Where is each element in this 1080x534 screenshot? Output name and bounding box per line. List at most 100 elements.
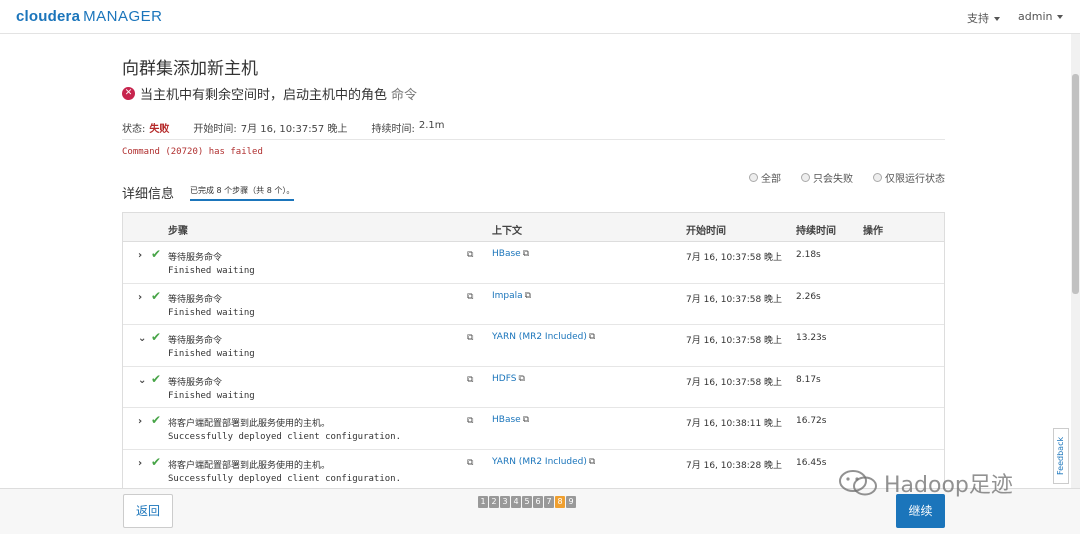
page-step[interactable]: 3 xyxy=(500,496,510,508)
scrollbar-thumb[interactable] xyxy=(1072,74,1079,294)
check-icon: ✔ xyxy=(151,413,162,427)
check-icon: ✔ xyxy=(151,454,162,469)
filter-running-only[interactable]: 仅限运行状态 xyxy=(873,170,945,185)
context-label: HDFS xyxy=(492,373,517,384)
external-link-icon[interactable]: ⧉ xyxy=(467,416,473,426)
step-name: 等待服务命令 xyxy=(168,336,223,346)
command-name: 当主机中有剩余空间时，启动主机中的角色 xyxy=(140,88,388,103)
step-detail: Finished waiting xyxy=(168,307,255,318)
command-header: ✕ 当主机中有剩余空间时，启动主机中的角色 命令 xyxy=(122,84,417,103)
context-link[interactable]: HBase ⧉ xyxy=(492,415,529,425)
divider xyxy=(122,139,945,140)
wechat-icon xyxy=(839,470,877,496)
support-label: 支持 xyxy=(967,12,989,25)
radio-icon xyxy=(801,173,810,182)
watermark: Hadoop足迹 xyxy=(838,467,1013,499)
step-name: 将客户端配置部署到此服务使用的主机。 xyxy=(168,460,331,471)
expand-icon[interactable]: › xyxy=(138,416,142,427)
filter-failed-label: 只会失败 xyxy=(813,174,853,185)
status-row: 状态: 失败 开始时间: 7月 16, 10:37:57 晚上 持续时间: 2.… xyxy=(122,120,449,135)
table-row: › ✔ 等待服务命令 Finished waiting ⧉ Impala ⧉ 7月 16, 1… xyxy=(123,284,944,325)
start-label: 开始时间: xyxy=(193,124,237,135)
context-link[interactable]: YARN (MR2 Included) ⧉ xyxy=(492,332,595,342)
col-start-time: 开始时间 xyxy=(686,226,726,237)
duration: 8.17s xyxy=(796,374,821,385)
radio-icon xyxy=(749,173,758,182)
external-link-icon[interactable]: ⧉ xyxy=(467,458,473,468)
start-time: 7月 16, 10:37:58 晚上 xyxy=(686,253,783,263)
step-name: 将客户端配置部署到此服务使用的主机。 xyxy=(168,419,331,429)
duration: 16.45s xyxy=(796,457,827,468)
external-link-icon[interactable]: ⧉ xyxy=(467,375,473,385)
expand-icon[interactable]: › xyxy=(138,458,142,469)
page-step[interactable]: 7 xyxy=(544,496,554,508)
table-body: › ✔ 等待服务命令 Finished waiting ⧉ HBase ⧉ 7月 16, 10… xyxy=(123,242,944,491)
user-menu[interactable]: admin xyxy=(1018,10,1064,23)
col-actions: 操作 xyxy=(863,226,883,237)
context-label: Impala xyxy=(492,290,523,301)
status-label: 状态: xyxy=(122,124,146,135)
step-name: 等待服务命令 xyxy=(168,377,223,388)
page-title: 向群集添加新主机 xyxy=(122,59,258,79)
chevron-down-icon xyxy=(994,17,1000,21)
cloudera-logo[interactable]: cloudera MANAGER xyxy=(16,8,162,25)
context-link[interactable]: Impala ⧉ xyxy=(492,291,531,301)
radio-icon xyxy=(873,173,882,182)
table-header: 步骤 上下文 开始时间 持续时间 操作 xyxy=(123,213,944,242)
external-link-icon: ⧉ xyxy=(522,415,530,425)
support-menu[interactable]: 支持 xyxy=(967,10,1000,26)
product-name: MANAGER xyxy=(83,8,163,25)
table-row: ⌄ ✔ 等待服务命令 Finished waiting ⧉ HDFS ⧉ 7月 16, 10:… xyxy=(123,367,944,408)
external-link-icon: ⧉ xyxy=(518,373,525,384)
step-name: 等待服务命令 xyxy=(168,294,223,305)
filter-all[interactable]: 全部 xyxy=(749,170,781,185)
page-step[interactable]: 2 xyxy=(489,496,499,508)
back-button[interactable]: 返回 xyxy=(123,494,173,528)
command-suffix: 命令 xyxy=(391,88,418,103)
step-detail: Finished waiting xyxy=(168,266,255,276)
start-time: 7月 16, 10:38:28 晚上 xyxy=(686,460,783,471)
external-link-icon: ⧉ xyxy=(588,456,596,467)
step-detail: Finished waiting xyxy=(168,390,255,401)
external-link-icon[interactable]: ⧉ xyxy=(467,333,473,343)
external-link-icon[interactable]: ⧉ xyxy=(467,250,473,260)
error-icon: ✕ xyxy=(122,87,135,100)
check-icon: ✔ xyxy=(151,247,162,261)
expand-icon[interactable]: › xyxy=(138,292,142,303)
context-link[interactable]: HBase ⧉ xyxy=(492,249,529,259)
page-step[interactable]: 6 xyxy=(533,496,543,508)
step-detail: Finished waiting xyxy=(168,349,255,359)
page-step[interactable]: 1 xyxy=(478,496,488,508)
page-step[interactable]: 8 xyxy=(555,496,565,508)
error-message: Command (20720) has failed xyxy=(122,147,263,157)
page-step[interactable]: 5 xyxy=(522,496,532,508)
top-navbar: cloudera MANAGER 支持 admin xyxy=(0,0,1080,34)
expand-icon[interactable]: › xyxy=(138,250,142,261)
external-link-icon[interactable]: ⧉ xyxy=(467,292,473,302)
duration: 16.72s xyxy=(796,416,827,426)
context-link[interactable]: HDFS ⧉ xyxy=(492,374,525,384)
context-label: YARN (MR2 Included) xyxy=(492,456,587,467)
duration-value: 2.1m xyxy=(418,120,445,131)
check-icon: ✔ xyxy=(151,330,162,344)
chevron-down-icon xyxy=(1057,15,1064,19)
start-value: 7月 16, 10:37:57 晚上 xyxy=(240,124,348,135)
expand-icon[interactable]: ⌄ xyxy=(138,375,146,386)
filter-failed-only[interactable]: 只会失败 xyxy=(801,170,853,185)
expand-icon[interactable]: ⌄ xyxy=(138,333,146,344)
feedback-tab[interactable]: Feedback xyxy=(1053,428,1069,484)
watermark-text: Hadoop足迹 xyxy=(884,473,1013,498)
filter-options: 全部 只会失败 仅限运行状态 xyxy=(729,170,945,185)
details-label: 详细信息 xyxy=(122,187,175,202)
progress-summary[interactable]: 已完成 8 个步骤（共 8 个）。 xyxy=(190,185,295,201)
start-time: 7月 16, 10:38:11 晚上 xyxy=(686,419,783,429)
duration: 2.18s xyxy=(796,250,821,260)
page-step[interactable]: 9 xyxy=(566,496,576,508)
context-label: HBase xyxy=(492,415,521,425)
status-value: 失败 xyxy=(149,124,170,135)
table-row: › ✔ 将客户端配置部署到此服务使用的主机。 Successfully deploye… xyxy=(123,408,944,450)
context-link[interactable]: YARN (MR2 Included) ⧉ xyxy=(492,457,595,467)
continue-button[interactable]: 继续 xyxy=(896,494,945,528)
scrollbar[interactable] xyxy=(1071,34,1080,488)
page-step[interactable]: 4 xyxy=(511,496,521,508)
